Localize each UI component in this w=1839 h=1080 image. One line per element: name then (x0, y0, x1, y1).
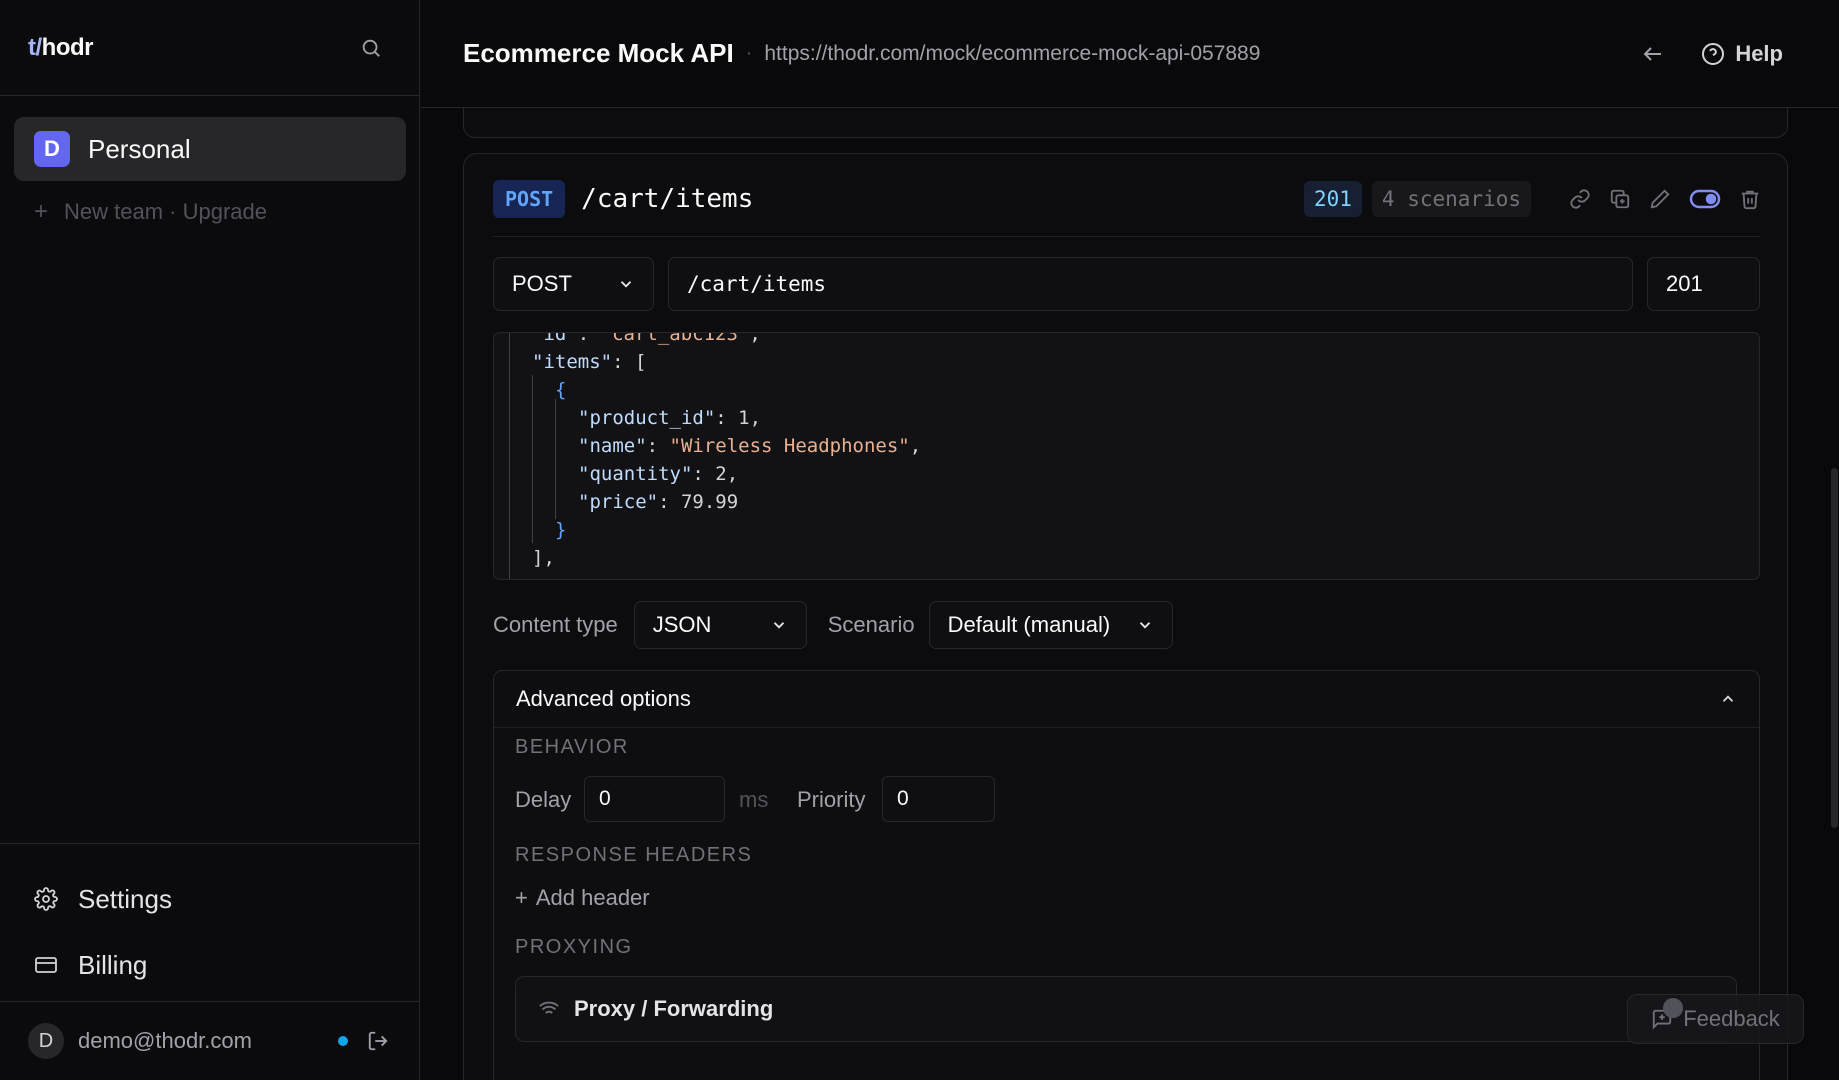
method-badge: POST (493, 180, 566, 218)
scenario-label: Scenario (827, 612, 915, 637)
search-icon[interactable] (357, 34, 385, 62)
path-input-value: /cart/items (687, 272, 827, 296)
wifi-icon (539, 1001, 559, 1018)
avatar[interactable]: D (28, 1023, 64, 1059)
advanced-options-toggle[interactable]: Advanced options (494, 671, 1759, 728)
link-icon[interactable] (1569, 188, 1591, 210)
back-arrow-icon[interactable] (1641, 42, 1665, 66)
proxying-section-label: PROXYING (515, 936, 633, 958)
feedback-button[interactable]: Feedback (1627, 994, 1804, 1044)
user-profile: D demo@thodr.com (0, 1001, 420, 1080)
delay-unit: ms (739, 787, 769, 812)
method-select-value: POST (512, 271, 572, 296)
logout-icon[interactable] (364, 1027, 392, 1055)
page-title: Ecommerce Mock API (463, 38, 734, 68)
delay-input[interactable]: 0 (584, 776, 725, 822)
sidebar-footer-nav: Settings Billing (0, 843, 420, 998)
scrollbar[interactable] (1829, 108, 1839, 1080)
logo-name: hodr (41, 33, 94, 61)
team-name: Personal (88, 133, 191, 164)
scroll-thumb[interactable] (1831, 468, 1838, 828)
add-header-label: Add header (535, 885, 650, 910)
duplicate-icon[interactable] (1609, 188, 1631, 210)
path-input[interactable]: /cart/items (668, 257, 1633, 311)
code-line: "name": "Wireless Headphones", (578, 435, 922, 457)
advanced-options-title: Advanced options (516, 686, 691, 711)
content-type-select[interactable]: JSON (633, 601, 807, 649)
content-type-label: Content type (493, 612, 618, 637)
endpoint-path: /cart/items (581, 184, 754, 214)
sidebar-header: t/hodr (0, 0, 419, 96)
mock-url[interactable]: https://thodr.com/mock/ecommerce-mock-ap… (764, 42, 1260, 66)
nav-settings[interactable]: Settings (0, 866, 420, 932)
new-team-button[interactable]: + New team · Upgrade (34, 196, 267, 228)
response-body-editor[interactable]: "id": "cart_abc123", "items": [ { "produ… (493, 332, 1760, 580)
code-line: { (555, 379, 567, 401)
delay-value: 0 (599, 787, 611, 810)
help-button[interactable]: Help (1701, 41, 1783, 67)
divider (493, 236, 1761, 237)
edit-icon[interactable] (1649, 188, 1671, 210)
priority-input[interactable]: 0 (882, 776, 995, 822)
team-item-personal[interactable]: D Personal (14, 117, 406, 181)
logo-prefix: t/ (28, 33, 42, 61)
add-header-button[interactable]: + Add header (515, 885, 650, 911)
code-line: "id": "cart_abc123", (532, 332, 761, 345)
status-code-input[interactable]: 201 (1647, 257, 1760, 311)
code-line: "quantity": 2, (578, 463, 739, 485)
code-line: } (555, 519, 567, 541)
proxy-title: Proxy / Forwarding (574, 996, 774, 1021)
endpoint-card: POST /cart/items 201 4 scenarios POST /c… (463, 153, 1788, 1080)
new-team-label: New team · Upgrade (64, 199, 267, 224)
status-indicator (338, 1036, 348, 1046)
chevron-down-icon (770, 616, 788, 634)
gear-icon (34, 886, 60, 912)
delay-label: Delay (515, 787, 572, 812)
title-separator: · (745, 42, 753, 64)
nav-settings-label: Settings (78, 883, 172, 914)
feedback-label: Feedback (1683, 1006, 1780, 1031)
method-select[interactable]: POST (493, 257, 654, 311)
team-avatar: D (34, 131, 70, 167)
enable-toggle[interactable] (1689, 188, 1721, 210)
plus-icon: + (34, 198, 49, 225)
code-line: "price": 79.99 (578, 491, 739, 513)
help-circle-icon (1702, 43, 1725, 65)
priority-value: 0 (897, 787, 909, 810)
priority-label: Priority (797, 787, 866, 812)
code-line: ], (532, 547, 555, 569)
logo[interactable]: t/hodr (28, 33, 94, 62)
chevron-down-icon (617, 275, 635, 293)
user-email: demo@thodr.com (78, 1028, 252, 1053)
page-header: Ecommerce Mock API · https://thodr.com/m… (421, 0, 1839, 108)
status-code-value: 201 (1666, 271, 1703, 296)
nav-billing-label: Billing (78, 949, 148, 980)
cursor-indicator (1663, 998, 1683, 1018)
scenario-select[interactable]: Default (manual) (928, 601, 1173, 649)
code-line: "product_id": 1, (578, 407, 762, 429)
scenarios-badge: 4 scenarios (1371, 181, 1531, 217)
credit-card-icon (34, 952, 60, 978)
behavior-section-label: BEHAVIOR (515, 736, 629, 758)
nav-billing[interactable]: Billing (0, 932, 420, 998)
response-headers-section-label: RESPONSE HEADERS (515, 844, 753, 866)
code-line: "items": [ (532, 351, 647, 373)
chevron-up-icon (1719, 690, 1737, 708)
chevron-down-icon (1136, 616, 1154, 634)
plus-icon: + (515, 885, 528, 910)
scenario-value: Default (manual) (947, 612, 1111, 637)
sidebar: t/hodr D Personal + New team · Upgrade S… (0, 0, 420, 1080)
help-label: Help (1735, 41, 1783, 66)
endpoint-header[interactable]: POST /cart/items 201 4 scenarios (493, 180, 1761, 218)
status-badge: 201 (1303, 181, 1362, 217)
trash-icon[interactable] (1739, 188, 1761, 210)
content-type-value: JSON (652, 612, 712, 637)
proxy-forwarding-panel[interactable]: Proxy / Forwarding (515, 976, 1737, 1042)
response-options-row: Content type JSON Scenario Default (manu… (493, 601, 1173, 649)
